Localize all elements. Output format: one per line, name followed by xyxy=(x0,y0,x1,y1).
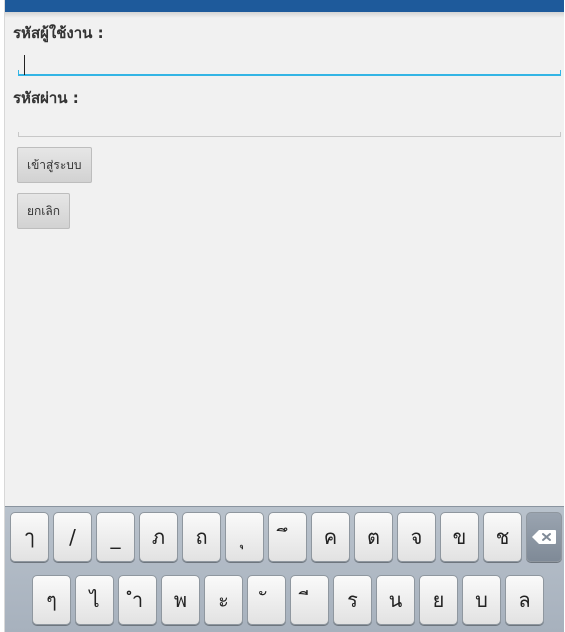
key[interactable]: ล xyxy=(505,575,544,625)
key[interactable]: พ xyxy=(161,575,200,625)
key[interactable]: ภ xyxy=(139,512,178,562)
username-label: รหัสผู้ใช้งาน : xyxy=(13,24,104,42)
on-screen-keyboard: ๅ / _ ภ ถ ุ ึ ค ต จ ข ช ๆ ไ ำ พ ะ ั ี ร … xyxy=(5,506,564,632)
key[interactable]: ร xyxy=(333,575,372,625)
key[interactable]: ั xyxy=(247,575,286,625)
password-input[interactable] xyxy=(18,115,561,137)
key[interactable]: ค xyxy=(311,512,350,562)
username-field-wrapper xyxy=(18,54,561,76)
password-label: รหัสผ่าน : xyxy=(13,89,79,107)
key[interactable]: / xyxy=(53,512,92,562)
key[interactable]: ๆ xyxy=(32,575,71,625)
delete-key[interactable] xyxy=(526,512,562,562)
key[interactable]: ย xyxy=(419,575,458,625)
key[interactable]: ถ xyxy=(182,512,221,562)
cancel-button[interactable]: ยกเลิก xyxy=(17,193,71,229)
key[interactable]: ๅ xyxy=(10,512,49,562)
key[interactable]: ุ xyxy=(225,512,264,562)
key[interactable]: จ xyxy=(397,512,436,562)
key[interactable]: ึ xyxy=(268,512,307,562)
app-screen: รหัสผู้ใช้งาน : รหัสผ่าน : เข้าสู่ระบบ ย… xyxy=(4,0,564,632)
username-input[interactable] xyxy=(18,55,561,75)
backspace-icon xyxy=(532,530,556,544)
key[interactable]: น xyxy=(376,575,415,625)
title-shadow xyxy=(5,12,564,18)
login-button[interactable]: เข้าสู่ระบบ xyxy=(17,147,92,183)
status-bar xyxy=(5,0,564,12)
key[interactable]: ไ xyxy=(75,575,114,625)
key[interactable]: บ xyxy=(462,575,501,625)
key[interactable]: ี xyxy=(290,575,329,625)
key[interactable]: ต xyxy=(354,512,393,562)
key[interactable]: ข xyxy=(440,512,479,562)
password-field-wrapper xyxy=(18,115,561,137)
text-cursor xyxy=(24,55,25,75)
key[interactable]: ช xyxy=(483,512,522,562)
key[interactable]: ำ xyxy=(118,575,157,625)
key[interactable]: _ xyxy=(96,512,135,562)
key[interactable]: ะ xyxy=(204,575,243,625)
